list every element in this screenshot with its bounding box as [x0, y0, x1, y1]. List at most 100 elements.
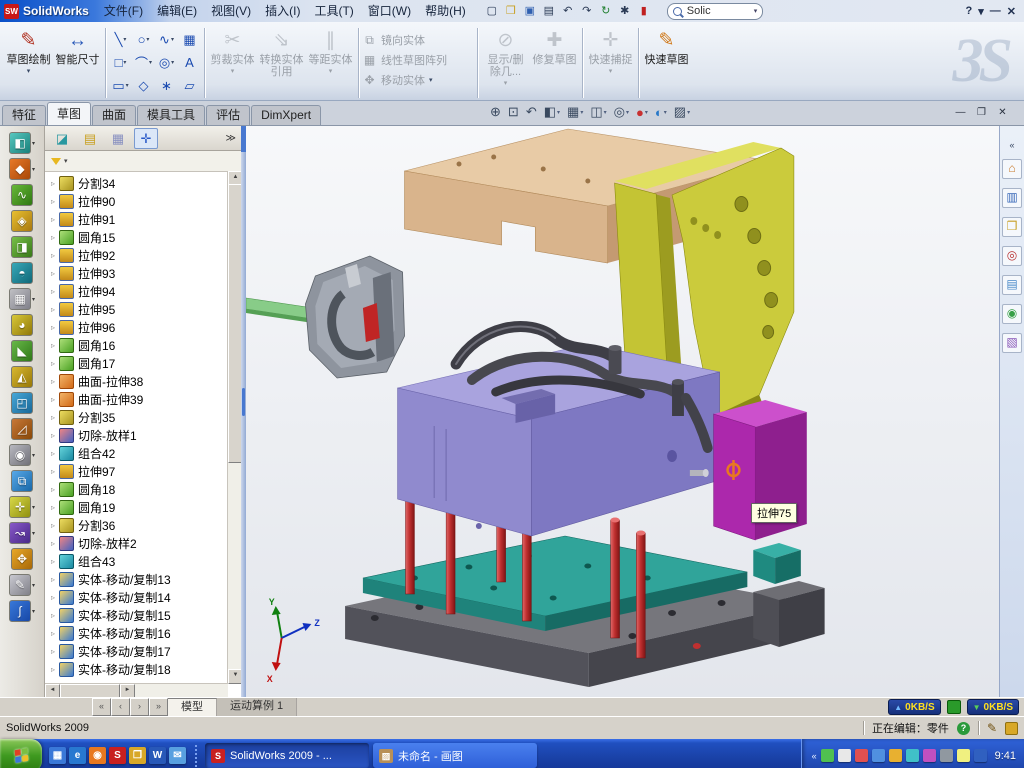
expand-arrow-icon[interactable]: ▹	[48, 503, 58, 512]
menu-item[interactable]: 工具(T)	[307, 0, 360, 22]
expand-arrow-icon[interactable]: ▹	[48, 287, 58, 296]
doc-restore-icon[interactable]: ❐	[974, 106, 989, 119]
dropdown-arrow-icon[interactable]: ▾	[146, 36, 149, 43]
tree-item[interactable]: ▹圆角15	[45, 228, 228, 246]
rectangle-icon[interactable]: □▾	[109, 51, 132, 74]
revolved-cut-button[interactable]: ◓	[11, 262, 33, 284]
dictionary-tray-icon[interactable]	[947, 700, 961, 714]
expand-arrow-icon[interactable]: ▹	[48, 647, 58, 656]
expand-arrow-icon[interactable]: ▹	[48, 377, 58, 386]
tree-item[interactable]: ▹曲面-拉伸38	[45, 372, 228, 390]
tree-item[interactable]: ▹圆角18	[45, 480, 228, 498]
dropdown-arrow-icon[interactable]: ▾	[27, 67, 31, 75]
tray-icon[interactable]	[821, 749, 834, 762]
tree-item[interactable]: ▹实体-移动/复制18	[45, 660, 228, 678]
collapse-pane-icon[interactable]: «	[1009, 140, 1014, 150]
tray-icon[interactable]	[906, 749, 919, 762]
dropdown-arrow-icon[interactable]: ▾	[171, 59, 174, 66]
expand-arrow-icon[interactable]: ▹	[48, 611, 58, 620]
ie-icon[interactable]: e	[69, 747, 86, 764]
expand-arrow-icon[interactable]: ▹	[48, 323, 58, 332]
undo-icon[interactable]: ↶	[559, 3, 577, 20]
expand-arrow-icon[interactable]: ▹	[48, 431, 58, 440]
tray-collapse-icon[interactable]: «	[812, 751, 817, 761]
rapid-sketch-button[interactable]: ✎快速草图	[642, 24, 691, 66]
fillet-button[interactable]: ◕	[11, 314, 33, 336]
tab-评估[interactable]: 评估	[206, 105, 250, 125]
nav-first-button[interactable]: «	[92, 698, 111, 716]
search-dropdown-icon[interactable]: ▾	[754, 7, 758, 15]
tree-item[interactable]: ▹圆角17	[45, 354, 228, 372]
tree-item[interactable]: ▹拉伸90	[45, 192, 228, 210]
stop-badge-icon[interactable]: ▮	[635, 3, 653, 20]
flyout-arrow-icon[interactable]: ▾	[32, 166, 35, 173]
tree-item[interactable]: ▹分割34	[45, 174, 228, 192]
tab-曲面[interactable]: 曲面	[92, 105, 136, 125]
dropdown-arrow-icon[interactable]: ▾	[429, 76, 433, 84]
word-icon[interactable]: W	[149, 747, 166, 764]
small-teal-block-part[interactable]	[753, 543, 801, 584]
print-icon[interactable]: ▤	[540, 3, 558, 20]
gray-clamp-part[interactable]	[305, 256, 404, 378]
solidworks-icon[interactable]: S	[109, 747, 126, 764]
dropdown-arrow-icon[interactable]: ▾	[687, 109, 690, 116]
tree-item[interactable]: ▹拉伸97	[45, 462, 228, 480]
tree-item[interactable]: ▹实体-移动/复制15	[45, 606, 228, 624]
apply-scene-icon[interactable]: ◐▾	[653, 103, 669, 121]
file-explorer-icon[interactable]: ❒	[1002, 217, 1022, 237]
expand-arrow-icon[interactable]: ▹	[48, 557, 58, 566]
lofted-boss-button[interactable]: ◈	[11, 210, 33, 232]
tree-item[interactable]: ▹切除-放样2	[45, 534, 228, 552]
extruded-boss-button[interactable]: ◧▾	[9, 132, 35, 154]
tree-item[interactable]: ▹分割35	[45, 408, 228, 426]
display-delete-relations-button[interactable]: ⊘显示/删除几...▾	[481, 24, 530, 87]
hide-show-items-icon[interactable]: ◎▾	[612, 103, 631, 121]
tree-item[interactable]: ▹实体-移动/复制17	[45, 642, 228, 660]
linear-sketch-pattern-button[interactable]: ▦线性草图阵列	[362, 52, 474, 68]
tray-icon[interactable]	[923, 749, 936, 762]
configurationmanager-tab[interactable]: ▦	[106, 128, 130, 149]
expand-arrow-icon[interactable]: ▹	[48, 467, 58, 476]
repair-sketch-button[interactable]: ✚修复草图	[530, 24, 579, 66]
taskbar-task[interactable]: ▨未命名 - 画图	[373, 743, 537, 768]
section-view-icon[interactable]: ◧▾	[542, 103, 562, 121]
nav-next-button[interactable]: ›	[130, 698, 149, 716]
flyout-arrow-icon[interactable]: ▾	[32, 296, 35, 303]
dropdown-arrow-icon[interactable]: ▾	[329, 67, 333, 75]
sheet-tab-运动算例 1[interactable]: 运动算例 1	[217, 698, 297, 716]
featuremanager-tab[interactable]: ◪	[50, 128, 74, 149]
options-icon[interactable]: ✱	[616, 3, 634, 20]
explorer-icon[interactable]: ❒	[129, 747, 146, 764]
start-button[interactable]	[0, 739, 42, 768]
slot-icon[interactable]: ▭▾	[109, 74, 132, 97]
tree-item[interactable]: ▹圆角16	[45, 336, 228, 354]
rebuild-icon[interactable]: ↻	[597, 3, 615, 20]
tray-icon[interactable]	[974, 749, 987, 762]
tab-特征[interactable]: 特征	[2, 105, 46, 125]
open-icon[interactable]: ❒	[502, 3, 520, 20]
nav-prev-button[interactable]: ‹	[111, 698, 130, 716]
expand-arrow-icon[interactable]: ▹	[48, 233, 58, 242]
dropdown-arrow-icon[interactable]: ▾	[664, 109, 667, 116]
graphics-area[interactable]: Y Z X 拉伸75	[246, 126, 999, 697]
scroll-thumb[interactable]	[228, 184, 242, 463]
expand-arrow-icon[interactable]: ▹	[48, 629, 58, 638]
dropdown-arrow-icon[interactable]: ▾	[123, 36, 126, 43]
taskbar-task[interactable]: SSolidWorks 2009 - ...	[205, 743, 369, 768]
tab-模具工具[interactable]: 模具工具	[137, 105, 205, 125]
menu-item[interactable]: 帮助(H)	[418, 0, 473, 22]
zoom-fit-icon[interactable]: ⊕	[488, 103, 503, 121]
expand-arrow-icon[interactable]: ▹	[48, 449, 58, 458]
smart-dimension-button[interactable]: ↔智能尺寸	[53, 24, 102, 66]
move-entities-button[interactable]: ✥移动实体▾	[362, 72, 474, 88]
expand-arrow-icon[interactable]: ▹	[48, 575, 58, 584]
panel-chevron-icon[interactable]: ≫	[226, 133, 236, 144]
zoom-area-icon[interactable]: ⊡	[506, 103, 521, 121]
arc-icon[interactable]: ⌒▾	[132, 51, 155, 74]
dropdown-arrow-icon[interactable]: ▾	[504, 79, 508, 87]
appearances-icon[interactable]: ◉	[1002, 304, 1022, 324]
menu-item[interactable]: 插入(I)	[258, 0, 307, 22]
help-icon[interactable]: ?	[966, 5, 973, 17]
sketch-tools-button[interactable]: ✎▾	[9, 574, 35, 596]
dropdown-arrow-icon[interactable]: ▾	[171, 36, 174, 43]
